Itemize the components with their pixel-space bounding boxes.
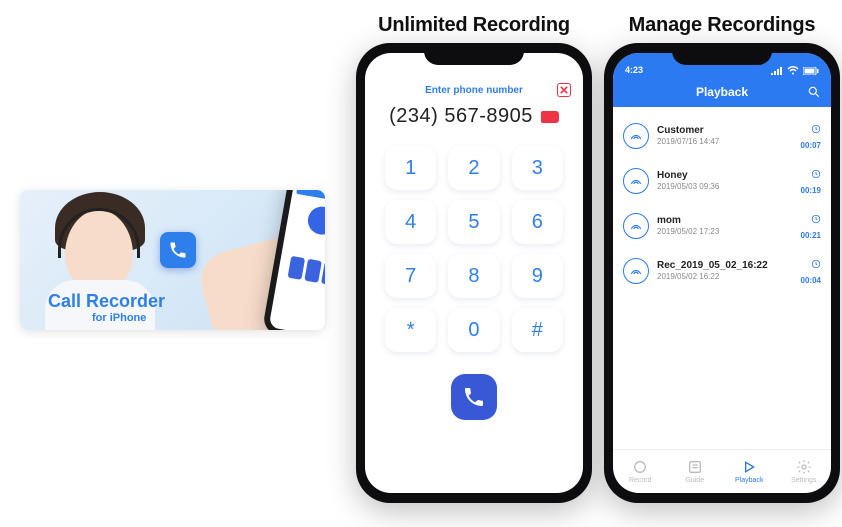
keypad-key-8[interactable]: 8 <box>448 254 499 298</box>
backspace-icon[interactable] <box>541 111 559 123</box>
recording-name: Customer <box>657 125 793 136</box>
recording-icon <box>623 168 649 194</box>
recording-date: 2019/05/02 16:22 <box>657 272 793 281</box>
signal-icon <box>771 67 783 75</box>
recording-row[interactable]: Rec_2019_05_02_16:222019/05/02 16:22 00:0… <box>613 248 831 293</box>
keypad-key-0[interactable]: 0 <box>448 308 499 352</box>
keypad: 123 456 789 * 0 # <box>365 128 583 352</box>
recording-icon <box>623 123 649 149</box>
clock-icon <box>811 211 821 229</box>
promo-title: Call Recorder <box>48 292 165 310</box>
keypad-key-3[interactable]: 3 <box>512 146 563 190</box>
promo-subtitle: for iPhone <box>92 312 146 324</box>
close-icon[interactable] <box>557 83 571 97</box>
recording-name: Honey <box>657 170 793 181</box>
tab-label: Record <box>629 477 652 484</box>
tab-label: Playback <box>735 477 763 484</box>
wifi-icon <box>787 66 799 75</box>
recording-name: Rec_2019_05_02_16:22 <box>657 260 793 271</box>
promo-banner: Call Recorder for iPhone <box>20 190 325 330</box>
clock-icon <box>811 256 821 274</box>
tab-bar: Record Guide Playback Settings <box>613 449 831 493</box>
clock-icon <box>811 166 821 184</box>
enter-number-prompt: Enter phone number <box>425 85 523 96</box>
recording-row[interactable]: Customer2019/07/16 14:47 00:07 <box>613 113 831 158</box>
tab-settings[interactable]: Settings <box>777 450 832 493</box>
battery-icon <box>803 67 819 75</box>
recording-duration: 00:07 <box>801 141 821 150</box>
screenshot-heading: Manage Recordings <box>604 14 840 37</box>
recording-name: mom <box>657 215 793 226</box>
phone-number-display: (234) 567-8905 <box>389 105 533 128</box>
screenshot-playback: Manage Recordings 4:23 Playback Customer… <box>604 14 840 503</box>
call-button[interactable] <box>451 374 497 420</box>
tab-label: Settings <box>791 477 816 484</box>
title-bar: Playback <box>613 77 831 107</box>
recording-duration: 00:19 <box>801 186 821 195</box>
recording-date: 2019/05/03 09:36 <box>657 182 793 191</box>
recordings-list: Customer2019/07/16 14:4700:07Honey2019/0… <box>613 107 831 299</box>
tab-playback[interactable]: Playback <box>722 450 777 493</box>
recording-date: 2019/05/02 17:23 <box>657 227 793 236</box>
recording-row[interactable]: mom2019/05/02 17:23 00:21 <box>613 203 831 248</box>
recording-row[interactable]: Honey2019/05/03 09:36 00:19 <box>613 158 831 203</box>
clock-icon <box>811 121 821 139</box>
recording-icon <box>623 258 649 284</box>
tab-guide[interactable]: Guide <box>668 450 723 493</box>
keypad-key-*[interactable]: * <box>385 308 436 352</box>
screenshot-dialer: Unlimited Recording Enter phone number (… <box>356 14 592 503</box>
search-icon[interactable] <box>807 85 821 99</box>
keypad-key-6[interactable]: 6 <box>512 200 563 244</box>
screenshot-heading: Unlimited Recording <box>356 14 592 37</box>
phone-frame: Enter phone number (234) 567-8905 123 456… <box>356 43 592 503</box>
tab-record[interactable]: Record <box>613 450 668 493</box>
keypad-key-9[interactable]: 9 <box>512 254 563 298</box>
keypad-key-5[interactable]: 5 <box>448 200 499 244</box>
status-time: 4:23 <box>625 65 643 75</box>
recording-date: 2019/07/16 14:47 <box>657 137 793 146</box>
promo-phone-illustration <box>185 200 325 330</box>
screen-title: Playback <box>696 85 748 99</box>
phone-frame: 4:23 Playback Customer2019/07/16 14:47 00… <box>604 43 840 503</box>
keypad-key-#[interactable]: # <box>512 308 563 352</box>
keypad-key-4[interactable]: 4 <box>385 200 436 244</box>
phone-icon <box>160 232 196 268</box>
keypad-key-1[interactable]: 1 <box>385 146 436 190</box>
keypad-key-7[interactable]: 7 <box>385 254 436 298</box>
tab-label: Guide <box>685 477 704 484</box>
recording-duration: 00:21 <box>801 231 821 240</box>
keypad-key-2[interactable]: 2 <box>448 146 499 190</box>
recording-icon <box>623 213 649 239</box>
recording-duration: 00:04 <box>801 276 821 285</box>
